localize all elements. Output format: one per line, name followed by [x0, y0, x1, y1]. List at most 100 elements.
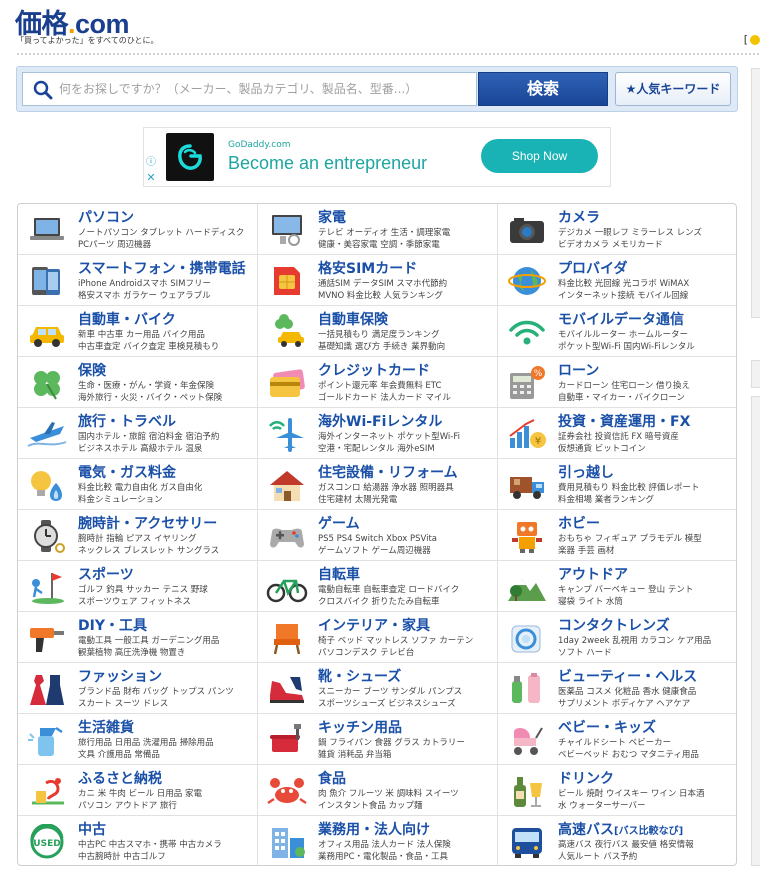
category-cell[interactable]: プロバイダ 料金比較 光回線 光コラボ WiMAX インターネット接続 モバイル回…	[498, 255, 736, 306]
category-sublinks[interactable]: 医薬品 コスメ 化粧品 香水 健康食品 サプリメント ボディケア ヘアケア	[558, 686, 736, 712]
category-cell[interactable]: インテリア・家具 椅子 ベッド マットレス ソファ カーテン パソコンデスク テレ…	[258, 612, 498, 663]
ad-banner[interactable]: GoDaddy.com Become an entrepreneur Shop …	[143, 127, 611, 187]
category-cell[interactable]: 格安SIMカード 通話SIM データSIM スマホ代節約 MVNO 料金比較 人気…	[258, 255, 498, 306]
category-sublinks[interactable]: モバイルルーター ホームルーター ポケット型Wi-Fi 国内Wi-Fiレンタル	[558, 329, 736, 355]
category-sublinks[interactable]: 肉 魚介 フルーツ 米 調味料 スイーツ インスタント食品 カップ麺	[318, 788, 496, 814]
category-sublinks[interactable]: 鍋 フライパン 食器 グラス カトラリー 雑貨 消耗品 弁当箱	[318, 737, 496, 763]
category-cell[interactable]: 高速バス[バス比較なび] 高速バス 夜行バス 最安値 格安情報 人気ルート バス予…	[498, 816, 736, 865]
category-title[interactable]: 自動車保険	[318, 309, 388, 329]
category-sublinks[interactable]: オフィス用品 法人カード 法人保険 業務用PC・電化製品・食品・工具	[318, 839, 496, 865]
category-title[interactable]: DIY・工具	[78, 615, 147, 635]
category-sublinks[interactable]: テレビ オーディオ 生活・調理家電 健康・美容家電 空調・季節家電	[318, 227, 496, 253]
category-sublinks[interactable]: ノートパソコン タブレット ハードディスク PCパーツ 周辺機器	[78, 227, 256, 253]
category-title[interactable]: 投資・資産運用・FX	[558, 411, 690, 431]
category-sublinks[interactable]: 旅行用品 日用品 洗濯用品 掃除用品 文具 介護用品 常備品	[78, 737, 256, 763]
category-cell[interactable]: スポーツ ゴルフ 釣具 サッカー テニス 野球 スポーツウェア フィットネス	[18, 561, 258, 612]
category-sublinks[interactable]: 生命・医療・がん・学資・年金保険 海外旅行・火災・バイク・ペット保険	[78, 380, 256, 406]
category-title[interactable]: 住宅設備・リフォーム	[318, 462, 458, 482]
category-title[interactable]: ゲーム	[318, 513, 360, 533]
category-title[interactable]: 食品	[318, 768, 346, 788]
category-cell[interactable]: 生活雑貨 旅行用品 日用品 洗濯用品 掃除用品 文具 介護用品 常備品	[18, 714, 258, 765]
category-title[interactable]: ビューティー・ヘルス	[558, 666, 697, 686]
category-cell[interactable]: 腕時計・アクセサリー 腕時計 指輪 ピアス イヤリング ネックレス ブレスレット …	[18, 510, 258, 561]
category-title[interactable]: 格安SIMカード	[318, 258, 417, 278]
category-sublinks[interactable]: 国内ホテル・旅館 宿泊料金 宿泊予約 ビジネスホテル 高級ホテル 温泉	[78, 431, 256, 457]
category-title[interactable]: モバイルデータ通信	[558, 309, 684, 329]
category-title[interactable]: クレジットカード	[318, 360, 430, 380]
ad-info-icon[interactable]: ⓘ	[144, 156, 158, 170]
category-sublinks[interactable]: 1day 2week 乱視用 カラコン ケア用品 ソフト ハード	[558, 635, 736, 661]
category-cell[interactable]: 業務用・法人向け オフィス用品 法人カード 法人保険 業務用PC・電化製品・食品・…	[258, 816, 498, 865]
category-title[interactable]: 生活雑貨	[78, 717, 134, 737]
category-cell[interactable]: 自動車保険 一括見積もり 満足度ランキング 基礎知識 選び方 手続き 業界動向	[258, 306, 498, 357]
ad-shop-now-button[interactable]: Shop Now	[481, 139, 598, 173]
category-sublinks[interactable]: 中古PC 中古スマホ・携帯 中古カメラ 中古腕時計 中古ゴルフ	[78, 839, 256, 865]
category-title[interactable]: 引っ越し	[558, 462, 614, 482]
category-title[interactable]: 保険	[78, 360, 106, 380]
category-sublinks[interactable]: 腕時計 指輪 ピアス イヤリング ネックレス ブレスレット サングラス	[78, 533, 256, 559]
category-title[interactable]: 海外Wi-Fiレンタル	[318, 411, 442, 431]
search-input[interactable]	[59, 73, 474, 105]
category-title[interactable]: 電気・ガス料金	[78, 462, 176, 482]
category-title[interactable]: プロバイダ	[558, 258, 627, 278]
category-cell[interactable]: 食品肉 魚介 フルーツ 米 調味料 スイーツ インスタント食品 カップ麺	[258, 765, 498, 816]
category-cell[interactable]: スマートフォン・携帯電話 iPhone Androidスマホ SIMフリー 格安ス…	[18, 255, 258, 306]
category-sublinks[interactable]: 一括見積もり 満足度ランキング 基礎知識 選び方 手続き 業界動向	[318, 329, 496, 355]
category-title[interactable]: スポーツ	[78, 564, 134, 584]
category-sublinks[interactable]: 料金比較 光回線 光コラボ WiMAX インターネット接続 モバイル回線	[558, 278, 736, 304]
category-sublinks[interactable]: ゴルフ 釣具 サッカー テニス 野球 スポーツウェア フィットネス	[78, 584, 256, 610]
category-cell[interactable]: ふるさと納税 カニ 米 牛肉 ビール 日用品 家電 パソコン アウトドア 旅行	[18, 765, 258, 816]
category-cell[interactable]: ¥ 投資・資産運用・FX 証券会社 投資信託 FX 暗号資産 仮想通貨 ビットコイン	[498, 408, 736, 459]
category-sublinks[interactable]: 電動工具 一般工具 ガーデニング用品 観葉植物 高圧洗浄機 物置き	[78, 635, 256, 661]
category-title[interactable]: キッチン用品	[318, 717, 402, 737]
category-cell[interactable]: ホビー おもちゃ フィギュア プラモデル 模型 楽器 手芸 画材	[498, 510, 736, 561]
category-sublinks[interactable]: スニーカー ブーツ サンダル パンプス スポーツシューズ ビジネスシューズ	[318, 686, 496, 712]
category-title[interactable]: スマートフォン・携帯電話	[78, 258, 246, 278]
category-sublinks[interactable]: 証券会社 投資信託 FX 暗号資産 仮想通貨 ビットコイン	[558, 431, 736, 457]
category-sublinks[interactable]: ポイント還元率 年会費無料 ETC ゴールドカード 法人カード マイル	[318, 380, 496, 406]
ad-close-icon[interactable]: ✕	[144, 171, 158, 185]
category-cell[interactable]: USED 中古 中古PC 中古スマホ・携帯 中古カメラ 中古腕時計 中古ゴルフ	[18, 816, 258, 865]
category-sublinks[interactable]: PS5 PS4 Switch Xbox PSVita ゲームソフト ゲーム周辺機…	[318, 533, 496, 559]
category-cell[interactable]: ベビー・キッズ チャイルドシート ベビーカー ベビーベッド おむつ マタニティ用品	[498, 714, 736, 765]
header-right-fragment[interactable]: [	[744, 33, 760, 46]
category-sublinks[interactable]: 椅子 ベッド マットレス ソファ カーテン パソコンデスク テレビ台	[318, 635, 496, 661]
category-cell[interactable]: 旅行・トラベル 国内ホテル・旅館 宿泊料金 宿泊予約 ビジネスホテル 高級ホテル …	[18, 408, 258, 459]
category-cell[interactable]: 保険 生命・医療・がん・学資・年金保険 海外旅行・火災・バイク・ペット保険	[18, 357, 258, 408]
category-sublinks[interactable]: カードローン 住宅ローン 借り換え 自動車・マイカー・バイクローン	[558, 380, 736, 406]
category-title[interactable]: ドリンク	[558, 768, 614, 788]
category-cell[interactable]: アウトドア キャンプ バーベキュー 登山 テント 寝袋 ライト 水筒	[498, 561, 736, 612]
category-title[interactable]: 業務用・法人向け	[318, 819, 430, 839]
category-cell[interactable]: モバイルデータ通信 モバイルルーター ホームルーター ポケット型Wi-Fi 国内W…	[498, 306, 736, 357]
category-cell[interactable]: ファッション ブランド品 財布 バッグ トップス パンツ スカート スーツ ドレス	[18, 663, 258, 714]
category-title[interactable]: ローン	[558, 360, 599, 380]
category-cell[interactable]: 自転車 電動自転車 自転車査定 ロードバイク クロスバイク 折りたたみ自転車	[258, 561, 498, 612]
category-cell[interactable]: キッチン用品鍋 フライパン 食器 グラス カトラリー 雑貨 消耗品 弁当箱	[258, 714, 498, 765]
category-cell[interactable]: DIY・工具 電動工具 一般工具 ガーデニング用品 観葉植物 高圧洗浄機 物置き	[18, 612, 258, 663]
category-sublinks[interactable]: デジカメ 一眼レフ ミラーレス レンズ ビデオカメラ メモリカード	[558, 227, 736, 253]
category-title[interactable]: 靴・シューズ	[318, 666, 401, 686]
category-title[interactable]: 腕時計・アクセサリー	[78, 513, 217, 533]
category-title[interactable]: ファッション	[78, 666, 162, 686]
category-sublinks[interactable]: 新車 中古車 カー用品 バイク用品 中古車査定 バイク査定 車検見積もり	[78, 329, 256, 355]
category-cell[interactable]: クレジットカード ポイント還元率 年会費無料 ETC ゴールドカード 法人カード …	[258, 357, 498, 408]
category-cell[interactable]: ゲーム PS5 PS4 Switch Xbox PSVita ゲームソフト ゲーム…	[258, 510, 498, 561]
category-sublinks[interactable]: カニ 米 牛肉 ビール 日用品 家電 パソコン アウトドア 旅行	[78, 788, 256, 814]
category-cell[interactable]: パソコン ノートパソコン タブレット ハードディスク PCパーツ 周辺機器	[18, 204, 258, 255]
category-cell[interactable]: 引っ越し 費用見積もり 料金比較 評価レポート 料金相場 業者ランキング	[498, 459, 736, 510]
category-cell[interactable]: カメラ デジカメ 一眼レフ ミラーレス レンズ ビデオカメラ メモリカード	[498, 204, 736, 255]
category-sublinks[interactable]: キャンプ バーベキュー 登山 テント 寝袋 ライト 水筒	[558, 584, 736, 610]
category-title[interactable]: カメラ	[558, 207, 600, 227]
category-title[interactable]: 中古	[78, 819, 106, 839]
category-title[interactable]: アウトドア	[558, 564, 628, 584]
category-sublinks[interactable]: 海外インターネット ポケット型Wi-Fi 空港・宅配レンタル 海外eSIM	[318, 431, 496, 457]
category-sublinks[interactable]: ガスコンロ 給湯器 浄水器 照明器具 住宅建材 太陽光発電	[318, 482, 496, 508]
category-title[interactable]: ホビー	[558, 513, 600, 533]
category-sublinks[interactable]: 通話SIM データSIM スマホ代節約 MVNO 料金比較 人気ランキング	[318, 278, 496, 304]
category-cell[interactable]: 家電 テレビ オーディオ 生活・調理家電 健康・美容家電 空調・季節家電	[258, 204, 498, 255]
category-title[interactable]: 家電	[318, 207, 346, 227]
category-title[interactable]: 自転車	[318, 564, 360, 584]
category-title[interactable]: 自動車・バイク	[78, 309, 176, 329]
category-sublinks[interactable]: 料金比較 電力自由化 ガス自由化 料金シミュレーション	[78, 482, 256, 508]
category-cell[interactable]: ビューティー・ヘルス 医薬品 コスメ 化粧品 香水 健康食品 サプリメント ボディ…	[498, 663, 736, 714]
